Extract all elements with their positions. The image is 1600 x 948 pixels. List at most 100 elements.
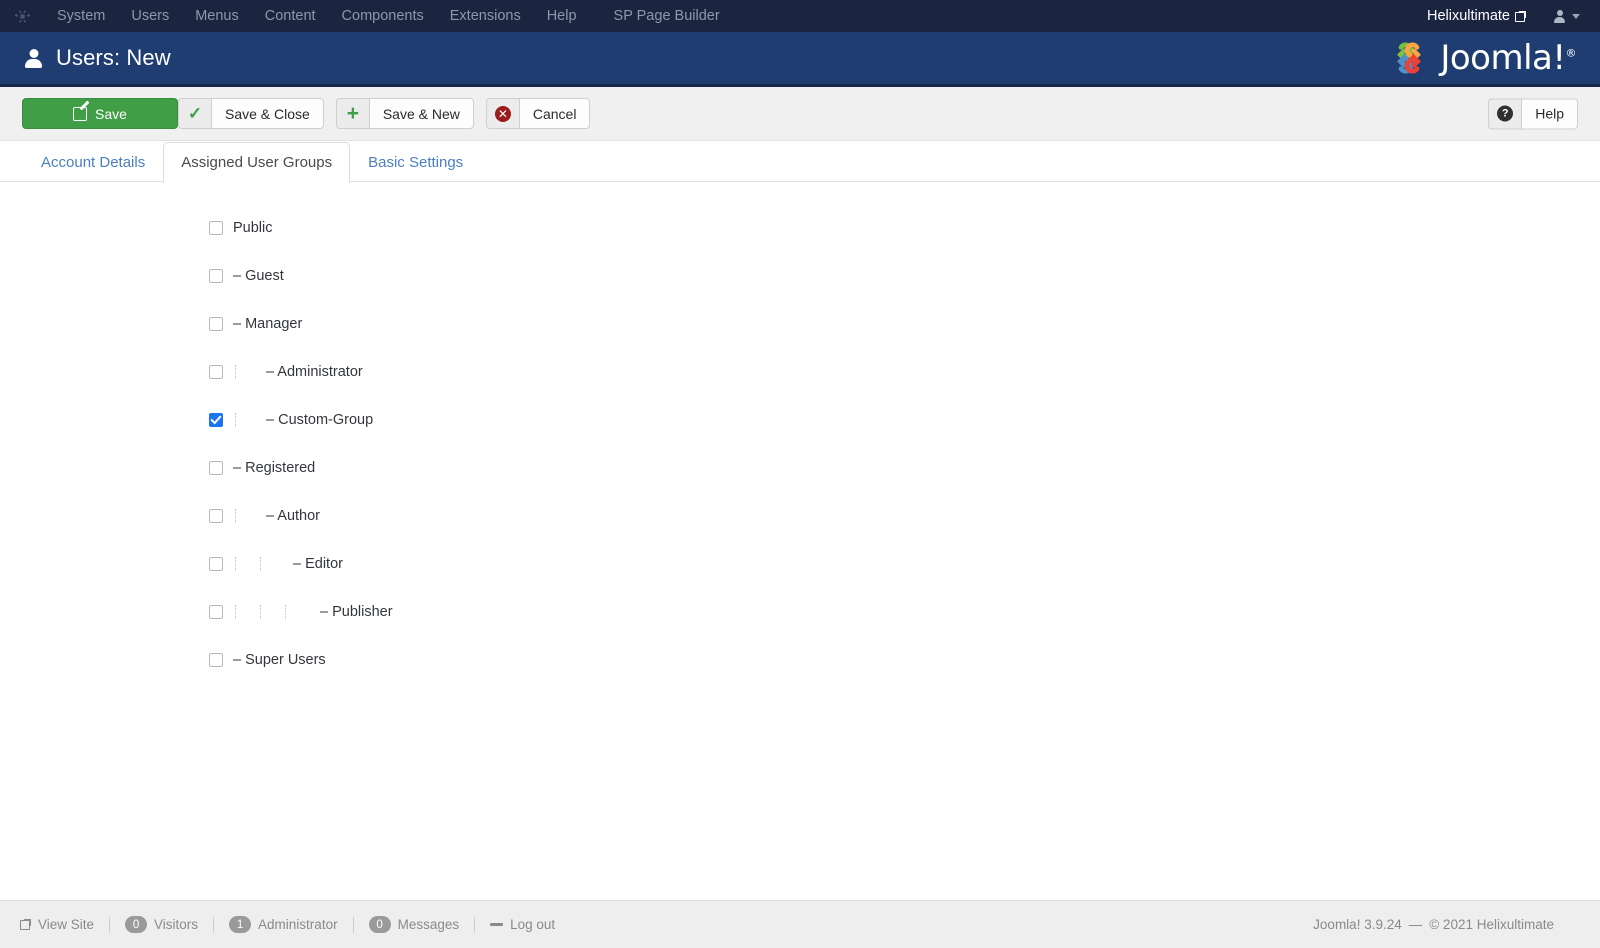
joomla-wordmark: Joomla!® bbox=[1440, 38, 1576, 78]
save-close-button[interactable]: ✓ Save & Close bbox=[178, 98, 324, 129]
messages-status[interactable]: 0 Messages bbox=[367, 916, 462, 933]
help-button-label[interactable]: Help bbox=[1521, 98, 1578, 129]
tab-assigned-user-groups[interactable]: Assigned User Groups bbox=[163, 142, 350, 183]
plus-icon: + bbox=[336, 98, 369, 129]
group-checkbox-guest[interactable] bbox=[209, 269, 223, 283]
logout-link[interactable]: Log out bbox=[488, 917, 557, 932]
toolbar: Save ✓ Save & Close + Save & New ✕ Cance… bbox=[0, 87, 1600, 141]
nav-item-content[interactable]: Content bbox=[252, 0, 329, 32]
group-row: – Manager bbox=[0, 300, 1600, 348]
copyright-text: © 2021 Helixultimate bbox=[1429, 917, 1554, 932]
view-site-label: View Site bbox=[38, 917, 94, 932]
assigned-user-groups-panel: Public – Guest – Manager – Administrator… bbox=[0, 182, 1600, 861]
visitors-count-badge: 0 bbox=[125, 916, 147, 933]
main-menu: System Users Menus Content Components Ex… bbox=[44, 0, 733, 32]
group-row: – Super Users bbox=[0, 636, 1600, 684]
tab-account-details[interactable]: Account Details bbox=[23, 142, 163, 182]
messages-count-badge: 0 bbox=[369, 916, 391, 933]
administrator-count-badge: 1 bbox=[229, 916, 251, 933]
joomla-wordmark-text: Joomla! bbox=[1440, 38, 1565, 78]
divider bbox=[474, 917, 475, 933]
group-checkbox-editor[interactable] bbox=[209, 557, 223, 571]
group-row: – Administrator bbox=[0, 348, 1600, 396]
top-navigation-right: Helixultimate bbox=[1427, 0, 1590, 32]
group-row: Public bbox=[0, 204, 1600, 252]
visitors-label: Visitors bbox=[154, 917, 198, 932]
chevron-down-icon bbox=[1572, 14, 1580, 19]
question-circle-icon: ? bbox=[1488, 98, 1521, 129]
footer-separator: — bbox=[1409, 917, 1423, 932]
group-checkbox-super-users[interactable] bbox=[209, 653, 223, 667]
nav-item-help[interactable]: Help bbox=[534, 0, 590, 32]
joomla-trademark: ® bbox=[1566, 47, 1577, 60]
group-label-guest: – Guest bbox=[233, 268, 284, 284]
user-menu-button[interactable] bbox=[1536, 10, 1590, 23]
group-label-manager: – Manager bbox=[233, 316, 302, 332]
group-checkbox-publisher[interactable] bbox=[209, 605, 223, 619]
check-icon: ✓ bbox=[178, 98, 211, 129]
group-checkbox-public[interactable] bbox=[209, 221, 223, 235]
minus-icon bbox=[490, 923, 503, 926]
group-label-custom-group: – Custom-Group bbox=[266, 412, 373, 428]
administrator-status[interactable]: 1 Administrator bbox=[227, 916, 340, 933]
save-new-button[interactable]: + Save & New bbox=[336, 98, 474, 129]
toolbar-right-group: ? Help bbox=[1488, 98, 1578, 129]
person-icon bbox=[1554, 10, 1565, 23]
group-label-super-users: – Super Users bbox=[233, 652, 326, 668]
nav-item-system[interactable]: System bbox=[44, 0, 118, 32]
status-bar-left: View Site 0 Visitors 1 Administrator 0 M… bbox=[18, 916, 557, 933]
top-navigation-bar: System Users Menus Content Components Ex… bbox=[0, 0, 1600, 32]
help-button[interactable]: ? Help bbox=[1488, 98, 1578, 129]
group-checkbox-author[interactable] bbox=[209, 509, 223, 523]
logout-label: Log out bbox=[510, 917, 555, 932]
group-label-publisher: – Publisher bbox=[320, 604, 393, 620]
site-name-link[interactable]: Helixultimate bbox=[1427, 8, 1536, 24]
nav-item-components[interactable]: Components bbox=[329, 0, 437, 32]
group-label-public: Public bbox=[233, 220, 273, 236]
joomla-version: Joomla! 3.9.24 bbox=[1313, 917, 1402, 932]
group-row: – Author bbox=[0, 492, 1600, 540]
status-bar-right: Joomla! 3.9.24 — © 2021 Helixultimate bbox=[1313, 917, 1582, 932]
group-row: – Custom-Group bbox=[0, 396, 1600, 444]
nav-item-users[interactable]: Users bbox=[118, 0, 182, 32]
page-title: Users: New bbox=[56, 45, 171, 71]
nav-item-sp-page-builder[interactable]: SP Page Builder bbox=[601, 0, 733, 32]
tab-basic-settings[interactable]: Basic Settings bbox=[350, 142, 481, 182]
joomla-brand: Joomla!® bbox=[1387, 38, 1576, 78]
group-checkbox-manager[interactable] bbox=[209, 317, 223, 331]
group-label-registered: – Registered bbox=[233, 460, 315, 476]
save-button[interactable]: Save bbox=[22, 98, 178, 129]
messages-label: Messages bbox=[398, 917, 460, 932]
cancel-button[interactable]: ✕ Cancel bbox=[486, 98, 591, 129]
group-row: – Editor bbox=[0, 540, 1600, 588]
indent-guide bbox=[273, 604, 298, 620]
group-label-author: – Author bbox=[266, 508, 320, 524]
indent-guide bbox=[248, 604, 273, 620]
divider bbox=[353, 917, 354, 933]
save-close-button-label[interactable]: Save & Close bbox=[211, 98, 324, 129]
indent-guide bbox=[223, 556, 248, 572]
save-new-button-label[interactable]: Save & New bbox=[369, 98, 474, 129]
group-checkbox-custom-group[interactable] bbox=[209, 413, 223, 427]
joomla-mark-icon[interactable] bbox=[0, 8, 44, 25]
group-row: – Registered bbox=[0, 444, 1600, 492]
nav-item-extensions[interactable]: Extensions bbox=[437, 0, 534, 32]
cancel-button-label[interactable]: Cancel bbox=[519, 98, 591, 129]
nav-item-menus[interactable]: Menus bbox=[182, 0, 252, 32]
view-site-link[interactable]: View Site bbox=[18, 917, 96, 932]
group-label-editor: – Editor bbox=[293, 556, 343, 572]
visitors-status[interactable]: 0 Visitors bbox=[123, 916, 200, 933]
group-label-administrator: – Administrator bbox=[266, 364, 363, 380]
indent-guide bbox=[223, 412, 248, 428]
group-checkbox-registered[interactable] bbox=[209, 461, 223, 475]
user-icon bbox=[25, 49, 42, 68]
external-link-icon bbox=[1515, 11, 1526, 22]
external-link-icon bbox=[20, 919, 31, 930]
group-checkbox-administrator[interactable] bbox=[209, 365, 223, 379]
pencil-square-icon bbox=[73, 107, 87, 121]
status-bar: View Site 0 Visitors 1 Administrator 0 M… bbox=[0, 900, 1600, 948]
joomla-logo-icon bbox=[1387, 38, 1431, 78]
indent-guide bbox=[248, 556, 273, 572]
group-row: – Publisher bbox=[0, 588, 1600, 636]
tab-bar: Account Details Assigned User Groups Bas… bbox=[0, 141, 1600, 182]
